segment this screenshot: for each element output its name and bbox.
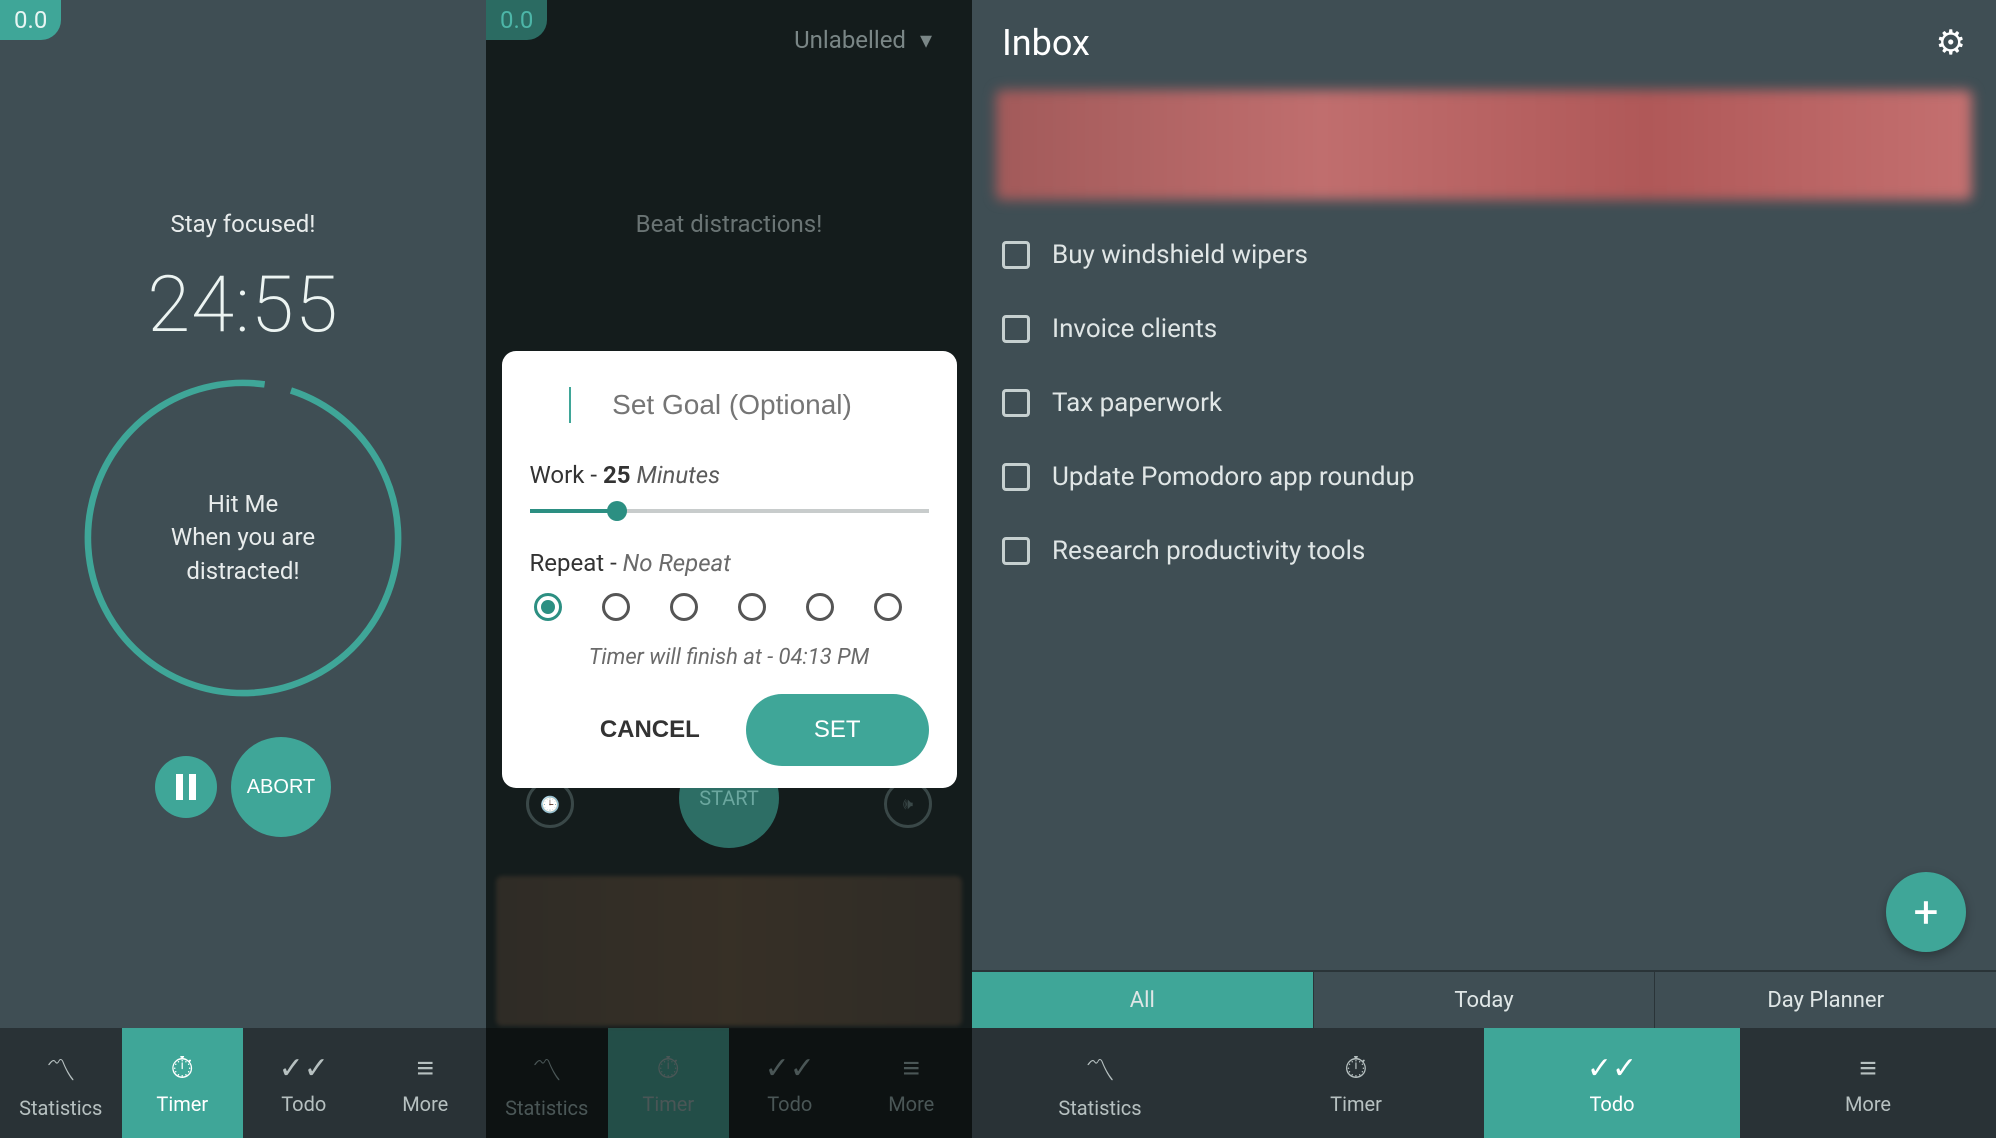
filter-today[interactable]: Today [1314, 972, 1656, 1028]
double-check-icon: ✓✓ [279, 1051, 329, 1086]
work-slider[interactable] [530, 509, 929, 513]
nav-statistics[interactable]: 〽 Statistics [972, 1028, 1228, 1138]
nav-label: More [1845, 1092, 1891, 1116]
redacted-banner [996, 90, 1972, 200]
version-badge: 0.0 [0, 0, 61, 40]
todo-label: Tax paperwork [1052, 388, 1222, 418]
nav-label: Statistics [19, 1096, 102, 1120]
checkbox[interactable] [1002, 389, 1030, 417]
inbox-header: Inbox ⚙ [972, 0, 1996, 78]
nav-timer[interactable]: ⏱ Timer [122, 1028, 244, 1138]
stopwatch-icon: ⏱ [171, 1051, 194, 1086]
timer-countdown: 24:55 [0, 260, 486, 351]
set-button[interactable]: SET [746, 694, 929, 766]
circle-line1: Hit Me [208, 488, 278, 522]
distraction-circle[interactable]: Hit Me When you are distracted! [78, 373, 408, 703]
nav-more[interactable]: ≡ More [365, 1028, 487, 1138]
nav-todo[interactable]: ✓✓ Todo [1484, 1028, 1740, 1138]
repeat-radio-2[interactable] [670, 593, 698, 621]
goal-input[interactable] [569, 387, 888, 423]
nav-label: Todo [1589, 1092, 1634, 1116]
nav-label: Timer [156, 1092, 208, 1116]
bottom-nav: 〽 Statistics ⏱ Timer ✓✓ Todo ≡ More [0, 1028, 486, 1138]
gear-icon[interactable]: ⚙ [1936, 23, 1966, 63]
todo-label: Buy windshield wipers [1052, 240, 1308, 270]
todo-label: Invoice clients [1052, 314, 1217, 344]
todo-item[interactable]: Buy windshield wipers [972, 218, 1996, 292]
filter-all[interactable]: All [972, 972, 1314, 1028]
nav-label: Timer [1330, 1092, 1382, 1116]
repeat-radio-3[interactable] [738, 593, 766, 621]
work-minutes: 25 [603, 461, 631, 489]
dialog-buttons: CANCEL SET [530, 694, 929, 766]
nav-timer[interactable]: ⏱ Timer [1228, 1028, 1484, 1138]
repeat-options [530, 593, 929, 621]
page-title: Inbox [1002, 22, 1090, 64]
checkbox[interactable] [1002, 241, 1030, 269]
circle-text: Hit Me When you are distracted! [78, 373, 408, 703]
repeat-value: No Repeat [623, 549, 731, 577]
focus-prompt: Stay focused! [0, 210, 486, 238]
bottom-nav: 〽 Statistics ⏱ Timer ✓✓ Todo ≡ More [972, 1028, 1996, 1138]
todo-item[interactable]: Update Pomodoro app roundup [972, 440, 1996, 514]
pause-icon [176, 774, 196, 800]
filter-row: All Today Day Planner [972, 970, 1996, 1028]
nav-more[interactable]: ≡ More [1740, 1028, 1996, 1138]
todo-item[interactable]: Research productivity tools [972, 514, 1996, 588]
stopwatch-icon: ⏱ [1344, 1051, 1367, 1086]
filter-day-planner[interactable]: Day Planner [1655, 972, 1996, 1028]
work-prefix: Work - [530, 461, 603, 489]
nav-label: Statistics [1058, 1096, 1141, 1120]
checkbox[interactable] [1002, 463, 1030, 491]
chart-line-icon: 〽 [46, 1046, 76, 1090]
work-unit: Minutes [637, 461, 721, 489]
add-task-fab[interactable]: + [1886, 872, 1966, 952]
repeat-radio-4[interactable] [806, 593, 834, 621]
set-goal-dialog: Work - 25Minutes Repeat - No Repeat Time… [502, 351, 957, 788]
nav-todo[interactable]: ✓✓ Todo [243, 1028, 365, 1138]
slider-thumb[interactable] [607, 501, 627, 521]
chart-line-icon: 〽 [1085, 1046, 1115, 1090]
checkbox[interactable] [1002, 315, 1030, 343]
todo-label: Update Pomodoro app roundup [1052, 462, 1415, 492]
slider-fill [530, 509, 618, 513]
nav-label: More [402, 1092, 448, 1116]
cancel-button[interactable]: CANCEL [578, 698, 722, 762]
timer-running-screen: 0.0 Stay focused! 24:55 Hit Me When you … [0, 0, 486, 1138]
repeat-prefix: Repeat - [530, 549, 623, 577]
timer-controls: ABORT [0, 737, 486, 837]
checkbox[interactable] [1002, 537, 1030, 565]
work-label: Work - 25Minutes [530, 461, 929, 489]
nav-label: Todo [281, 1092, 326, 1116]
todo-item[interactable]: Tax paperwork [972, 366, 1996, 440]
pause-button[interactable] [155, 756, 217, 818]
repeat-radio-5[interactable] [874, 593, 902, 621]
nav-statistics[interactable]: 〽 Statistics [0, 1028, 122, 1138]
todo-item[interactable]: Invoice clients [972, 292, 1996, 366]
double-check-icon: ✓✓ [1587, 1051, 1637, 1086]
finish-time-text: Timer will finish at - 04:13 PM [530, 645, 929, 670]
repeat-radio-1[interactable] [602, 593, 630, 621]
repeat-radio-0[interactable] [534, 593, 562, 621]
plus-icon: + [1914, 886, 1939, 938]
timer-setup-screen: 0.0 Unlabelled ▾ Beat distractions! 🕒 🕪 … [486, 0, 972, 1138]
todo-label: Research productivity tools [1052, 536, 1365, 566]
circle-line2: When you are distracted! [118, 521, 368, 588]
menu-icon: ≡ [416, 1051, 434, 1086]
repeat-label: Repeat - No Repeat [530, 549, 929, 577]
dialog-overlay: Work - 25Minutes Repeat - No Repeat Time… [486, 0, 972, 1138]
abort-button[interactable]: ABORT [231, 737, 331, 837]
menu-icon: ≡ [1859, 1051, 1877, 1086]
inbox-screen: Inbox ⚙ Buy windshield wipers Invoice cl… [972, 0, 1996, 1138]
